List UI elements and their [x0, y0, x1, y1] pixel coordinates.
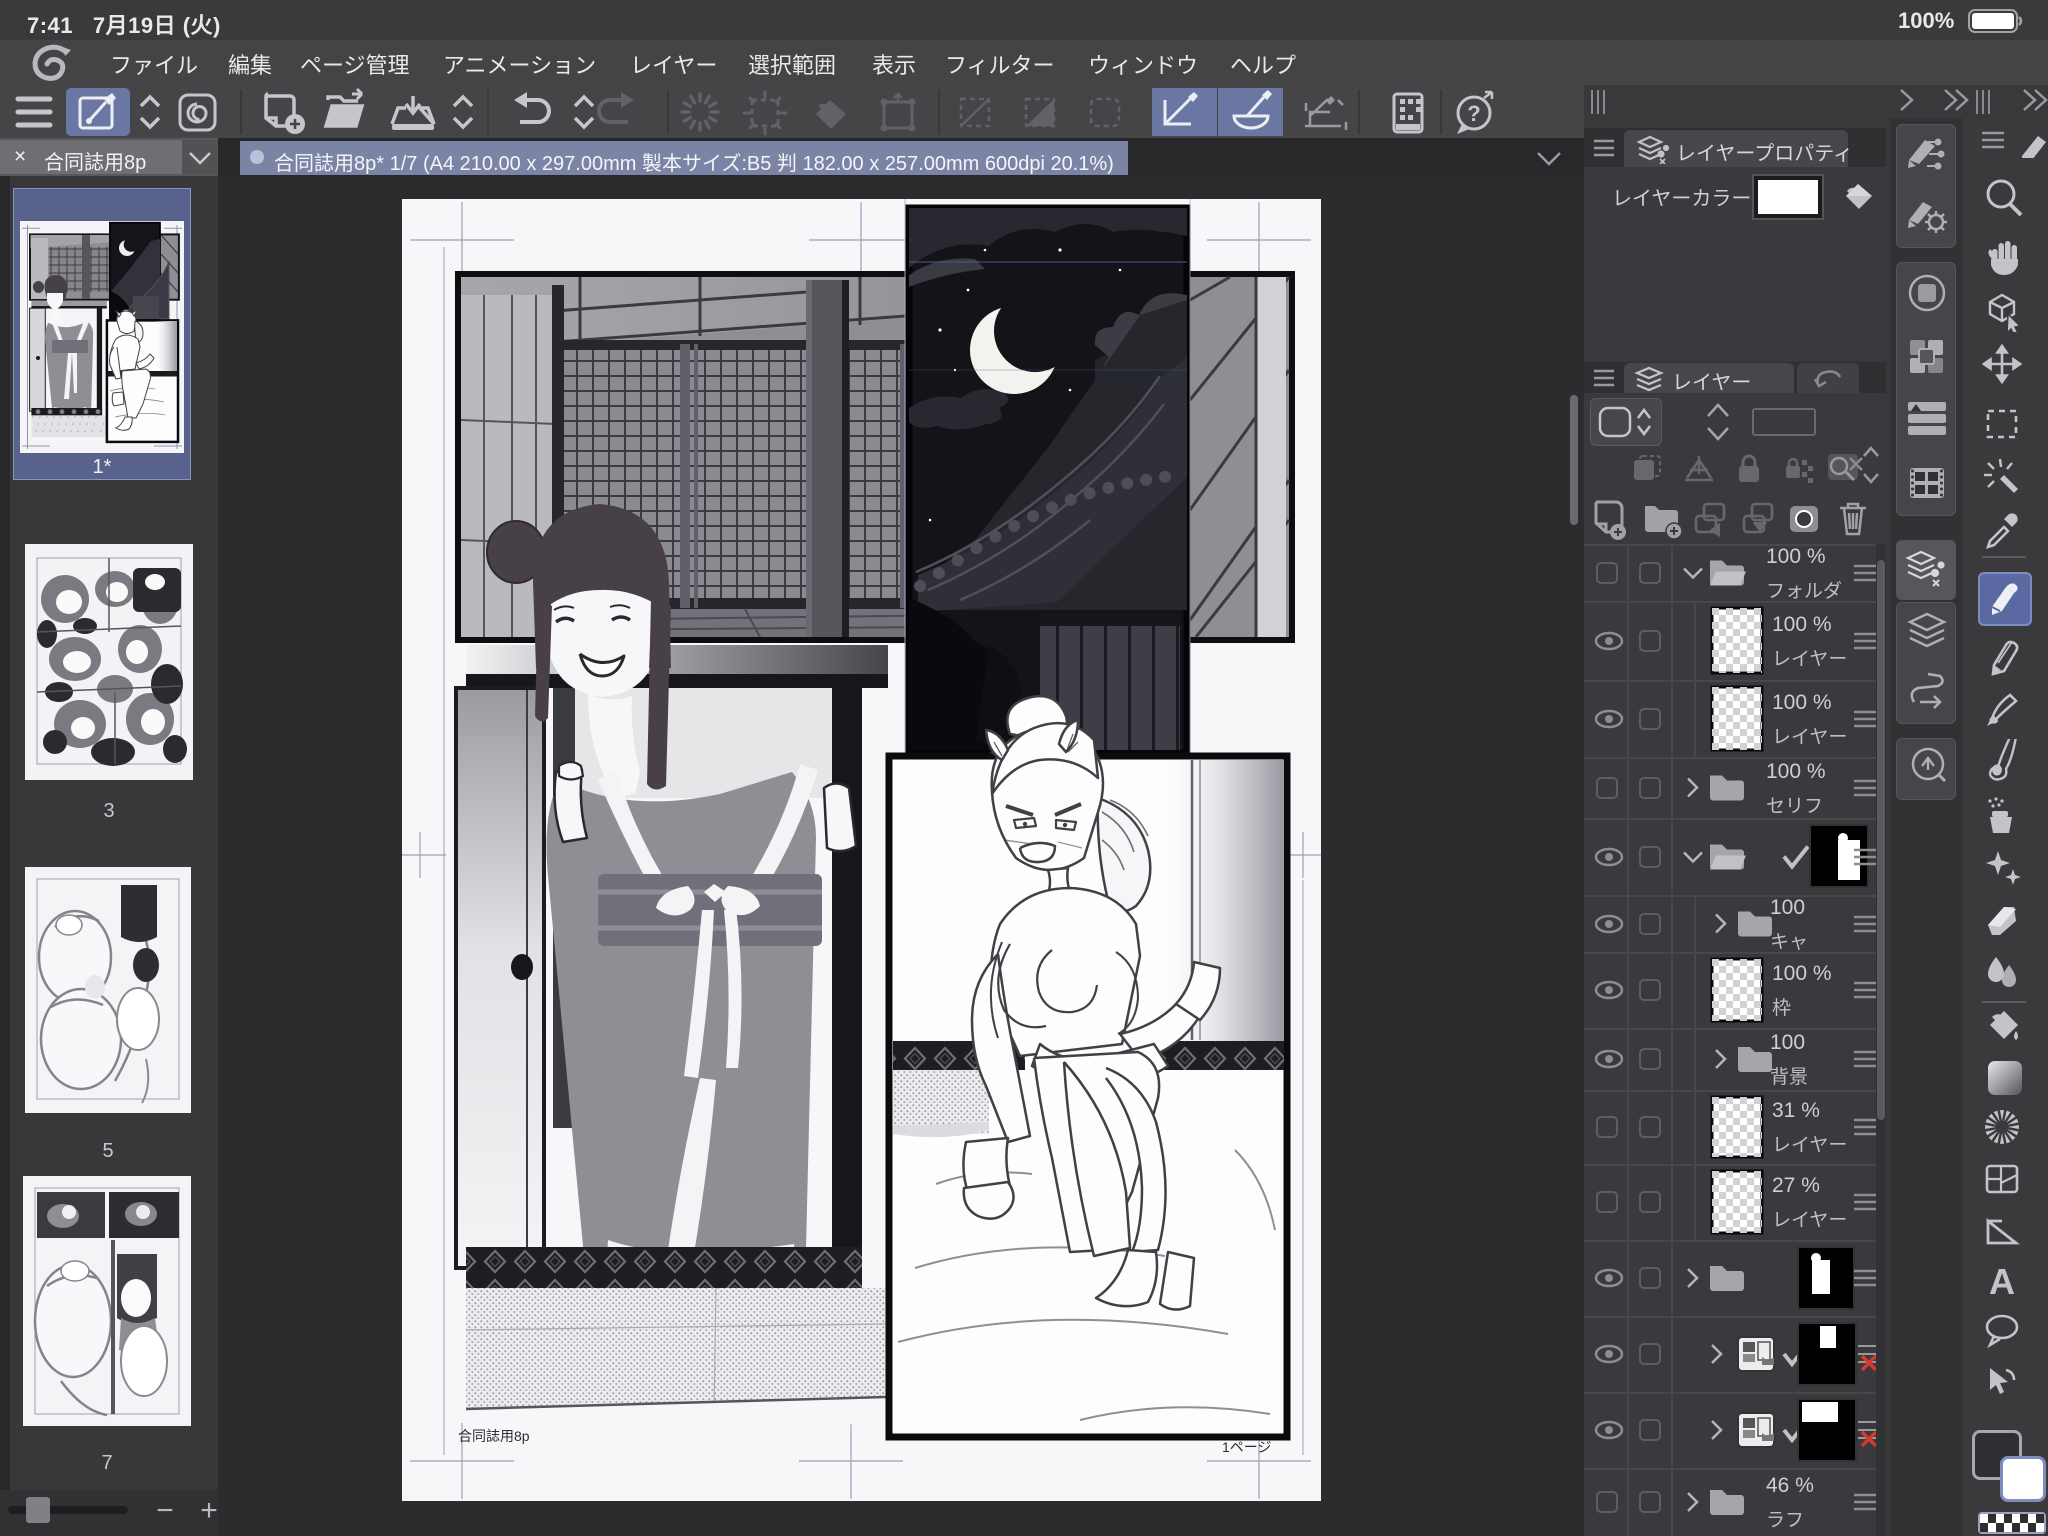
svg-text:A: A [1989, 1261, 2015, 1302]
